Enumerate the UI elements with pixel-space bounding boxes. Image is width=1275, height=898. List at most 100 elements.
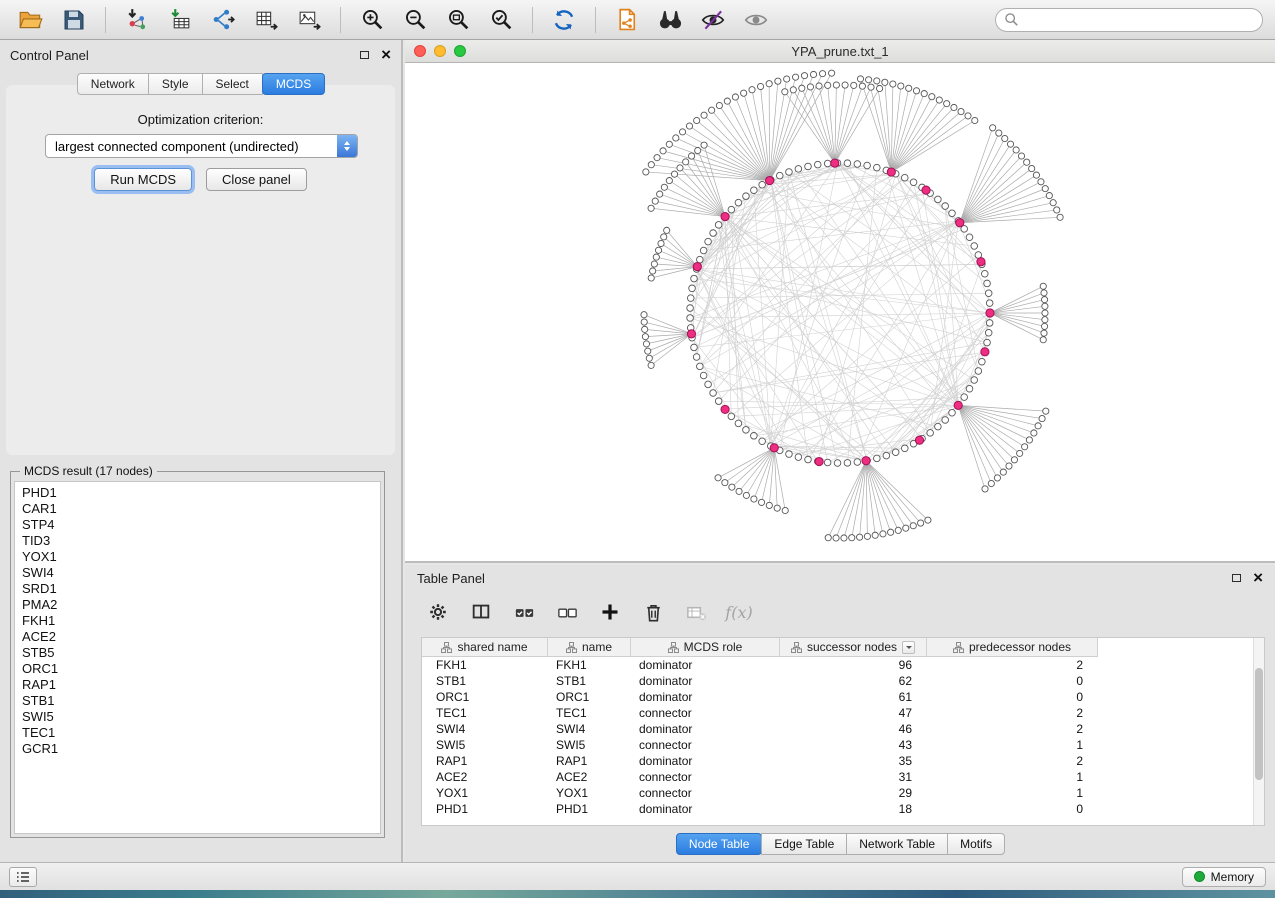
table-cell: 0 <box>927 674 1098 688</box>
graph-node <box>648 205 654 211</box>
scrollbar-thumb[interactable] <box>1255 668 1263 780</box>
table-row[interactable]: TEC1TEC1connector472 <box>422 705 1264 721</box>
mcds-result-item[interactable]: CAR1 <box>22 501 380 517</box>
graph-node <box>903 525 909 531</box>
column-header-successor-nodes[interactable]: successor nodes <box>780 638 927 657</box>
mcds-result-item[interactable]: TID3 <box>22 533 380 549</box>
graph-node <box>971 377 978 384</box>
graph-node <box>971 243 978 250</box>
table-scrollbar[interactable] <box>1253 638 1264 825</box>
select-all-rows-button[interactable] <box>507 597 541 627</box>
panel-menu-button[interactable] <box>9 867 37 887</box>
add-row-button[interactable] <box>593 597 627 627</box>
table-row[interactable]: RAP1RAP1dominator352 <box>422 753 1264 769</box>
run-mcds-button[interactable]: Run MCDS <box>94 168 192 191</box>
network-canvas[interactable] <box>405 63 1275 562</box>
graph-node <box>701 112 707 118</box>
graph-node <box>655 247 661 253</box>
table-row[interactable]: YOX1YOX1connector291 <box>422 785 1264 801</box>
control-panel-header: Control Panel × <box>0 40 401 70</box>
mcds-node <box>977 258 985 266</box>
table-row[interactable]: ACE2ACE2connector311 <box>422 769 1264 785</box>
mcds-result-item[interactable]: ACE2 <box>22 629 380 645</box>
table-row[interactable]: PHD1PHD1dominator180 <box>422 801 1264 817</box>
tab-edge-table[interactable]: Edge Table <box>761 833 847 855</box>
mcds-result-item[interactable]: ORC1 <box>22 661 380 677</box>
mcds-result-item[interactable]: STB5 <box>22 645 380 661</box>
clear-row-history-button[interactable] <box>679 597 713 627</box>
save-button[interactable] <box>55 4 93 36</box>
graph-node <box>710 390 717 397</box>
zoom-out-button[interactable] <box>396 4 434 36</box>
graph-node <box>1002 135 1008 141</box>
mcds-result-item[interactable]: PMA2 <box>22 597 380 613</box>
attribute-icon <box>791 642 802 653</box>
search-input[interactable] <box>1024 12 1254 28</box>
table-settings-button[interactable] <box>421 597 455 627</box>
mcds-result-item[interactable]: SWI4 <box>22 565 380 581</box>
table-row[interactable]: SWI4SWI4dominator462 <box>422 721 1264 737</box>
zoom-selected-button[interactable] <box>482 4 520 36</box>
column-header-shared-name[interactable]: shared name <box>422 638 548 657</box>
mcds-result-item[interactable]: YOX1 <box>22 549 380 565</box>
function-builder-button[interactable]: f(x) <box>722 597 756 627</box>
graph-node <box>984 339 991 346</box>
graph-node <box>984 280 991 287</box>
table-row[interactable]: ORC1ORC1dominator610 <box>422 689 1264 705</box>
mcds-result-item[interactable]: TEC1 <box>22 725 380 741</box>
zoom-fit-button[interactable] <box>439 4 477 36</box>
tab-motifs[interactable]: Motifs <box>947 833 1005 855</box>
refresh-button[interactable] <box>545 4 583 36</box>
mcds-result-item[interactable]: STB1 <box>22 693 380 709</box>
close-table-panel-icon[interactable]: × <box>1253 572 1263 584</box>
export-network-button[interactable] <box>204 4 242 36</box>
close-panel-button[interactable]: Close panel <box>206 168 307 191</box>
tab-network-table[interactable]: Network Table <box>846 833 948 855</box>
close-panel-icon[interactable]: × <box>381 49 391 61</box>
import-table-button[interactable] <box>161 4 199 36</box>
table-row[interactable]: SWI5SWI5connector431 <box>422 737 1264 753</box>
show-columns-button[interactable] <box>464 597 498 627</box>
graph-node <box>1017 450 1023 456</box>
mcds-result-item[interactable]: FKH1 <box>22 613 380 629</box>
column-header-predecessor-nodes[interactable]: predecessor nodes <box>927 638 1098 657</box>
tab-node-table[interactable]: Node Table <box>676 833 763 855</box>
mcds-result-item[interactable]: GCR1 <box>22 741 380 757</box>
import-network-button[interactable] <box>118 4 156 36</box>
zoom-in-button[interactable] <box>353 4 391 36</box>
tab-mcds[interactable]: MCDS <box>262 73 325 95</box>
float-table-panel-icon[interactable] <box>1232 574 1241 582</box>
hide-selected-button[interactable] <box>694 4 732 36</box>
delete-rows-button[interactable] <box>636 597 670 627</box>
graph-node <box>829 70 835 76</box>
open-file-button[interactable] <box>12 4 50 36</box>
search-objects-button[interactable] <box>651 4 689 36</box>
show-all-button[interactable] <box>737 4 775 36</box>
mcds-result-item[interactable]: STP4 <box>22 517 380 533</box>
export-table-button[interactable] <box>247 4 285 36</box>
sort-menu-icon[interactable] <box>902 641 915 654</box>
table-row[interactable]: FKH1FKH1dominator962 <box>422 657 1264 673</box>
mcds-result-item[interactable]: RAP1 <box>22 677 380 693</box>
share-document-button[interactable] <box>608 4 646 36</box>
export-image-button[interactable] <box>290 4 328 36</box>
table-row[interactable]: STB1STB1dominator620 <box>422 673 1264 689</box>
graph-node <box>1024 159 1030 165</box>
open-folder-icon <box>18 7 44 33</box>
graph-node <box>795 166 802 173</box>
float-panel-icon[interactable] <box>360 51 369 59</box>
tab-network[interactable]: Network <box>77 73 149 95</box>
graph-node <box>1043 408 1049 414</box>
column-header-MCDS-role[interactable]: MCDS role <box>631 638 780 657</box>
mcds-result-item[interactable]: SRD1 <box>22 581 380 597</box>
mcds-result-item[interactable]: PHD1 <box>22 485 380 501</box>
deselect-all-rows-button[interactable] <box>550 597 584 627</box>
tab-select[interactable]: Select <box>202 73 263 95</box>
tab-style[interactable]: Style <box>148 73 203 95</box>
criterion-select[interactable]: largest connected component (undirected) <box>45 134 358 158</box>
column-header-name[interactable]: name <box>548 638 631 657</box>
graph-nodes[interactable] <box>641 70 1063 541</box>
mcds-result-item[interactable]: SWI5 <box>22 709 380 725</box>
criterion-value: largest connected component (undirected) <box>55 139 299 154</box>
memory-button[interactable]: Memory <box>1182 867 1266 887</box>
